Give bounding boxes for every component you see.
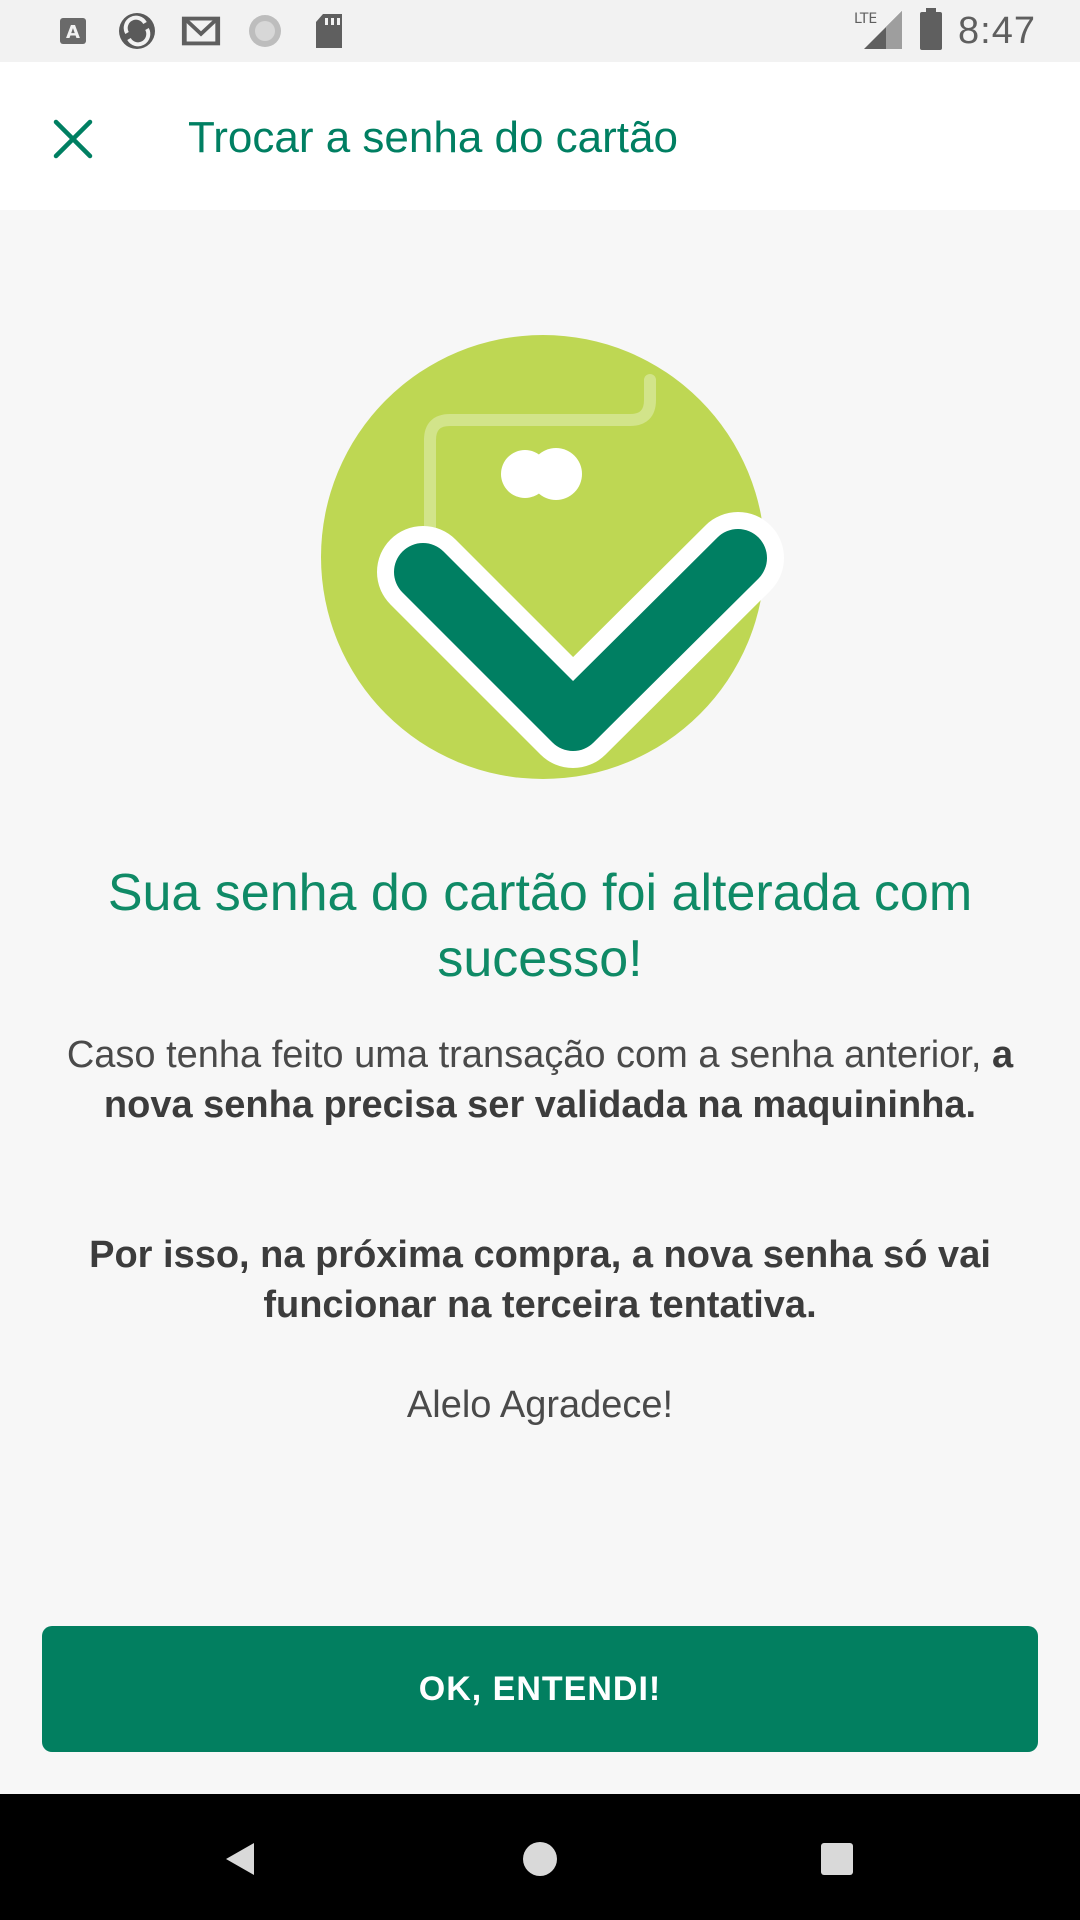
notification-icons: A xyxy=(52,12,350,50)
status-bar: A LTE 8:47 xyxy=(0,0,1080,62)
close-button[interactable] xyxy=(40,106,106,172)
status-right: LTE 8:47 xyxy=(852,7,1036,56)
sd-card-icon xyxy=(308,12,350,50)
font-app-icon: A xyxy=(52,12,94,50)
thanks-text: Alelo Agradece! xyxy=(406,1384,674,1426)
navigation-bar xyxy=(0,1794,1080,1920)
home-button[interactable] xyxy=(505,1824,575,1894)
close-icon xyxy=(53,119,93,159)
card-check-icon xyxy=(321,335,784,779)
gmail-icon xyxy=(180,12,222,50)
info-message-secondary: Por isso, na próxima compra, a nova senh… xyxy=(89,1234,991,1326)
page-title: Trocar a senha do cartão xyxy=(188,113,678,162)
info-message-text: Caso tenha feito uma transação com a sen… xyxy=(66,1034,993,1076)
back-button[interactable] xyxy=(205,1824,275,1894)
recents-icon xyxy=(821,1843,853,1875)
back-icon xyxy=(226,1843,254,1875)
info-message: Caso tenha feito uma transação com a sen… xyxy=(60,1030,1020,1130)
loading-icon xyxy=(244,12,286,50)
lte-signal-icon: LTE xyxy=(852,7,904,56)
success-headline: Sua senha do cartão foi alterada com suc… xyxy=(107,864,973,988)
home-icon xyxy=(523,1842,557,1876)
ok-button[interactable]: OK, ENTENDI! xyxy=(42,1626,1038,1752)
svg-text:A: A xyxy=(66,22,80,43)
status-time: 8:47 xyxy=(958,9,1036,52)
app-bar: Trocar a senha do cartão xyxy=(0,62,1080,210)
recents-button[interactable] xyxy=(802,1824,872,1894)
sync-app-icon xyxy=(116,12,158,50)
card-check-illustration xyxy=(300,320,820,800)
svg-text:LTE: LTE xyxy=(854,11,877,27)
battery-icon xyxy=(918,7,944,55)
